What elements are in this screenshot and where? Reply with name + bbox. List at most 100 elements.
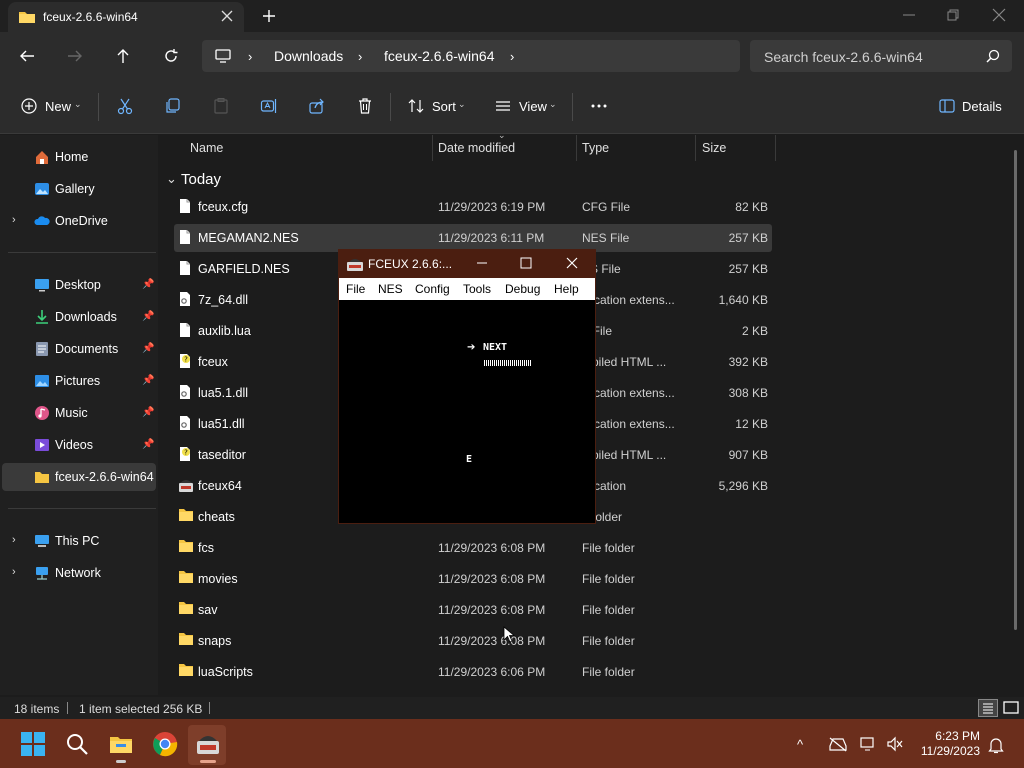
sidebar-item-pictures[interactable]: Pictures 📌 [8,367,156,395]
windows-start-icon[interactable] [20,731,46,757]
pin-icon[interactable]: 📌 [142,439,154,450]
column-divider[interactable] [775,135,776,161]
column-type[interactable]: Type [582,141,609,155]
fceux-title-bar[interactable]: FCEUX 2.6.6:... [339,250,595,278]
sidebar-item-network[interactable]: › Network [8,559,156,587]
scrollbar[interactable] [1014,150,1017,630]
file-row[interactable]: snaps 11/29/2023 6:08 PM File folder [174,627,772,655]
drive-icon[interactable] [828,736,848,752]
column-divider[interactable] [695,135,696,161]
chevron-right-icon[interactable]: › [12,214,16,226]
search-icon [986,49,1000,63]
pin-icon[interactable]: 📌 [142,407,154,418]
cut-icon[interactable] [116,97,134,115]
chevron-right-icon: › [248,49,253,64]
chevron-up-icon[interactable]: ^ [797,737,803,752]
file-row[interactable]: MEGAMAN2.NES 11/29/2023 6:11 PM NES File 25… [174,224,772,252]
fceux-window[interactable]: FCEUX 2.6.6:... File NES Config Tools De… [338,249,596,524]
explorer-tab[interactable]: fceux-2.6.6-win64 [8,2,244,32]
file-row[interactable]: movies 11/29/2023 6:08 PM File folder [174,565,772,593]
chevron-right-icon[interactable]: › [12,534,16,546]
file-icon [178,198,192,214]
menu-file[interactable]: File [346,282,365,296]
sidebar-item-downloads[interactable]: Downloads 📌 [8,303,156,331]
pin-icon[interactable]: 📌 [142,375,154,386]
back-arrow-icon[interactable] [18,47,36,65]
file-name: GARFIELD.NES [198,262,290,276]
delete-icon[interactable] [356,97,374,115]
chevron-right-icon[interactable]: › [12,566,16,578]
copy-icon[interactable] [164,97,182,115]
fceux-menu-bar: File NES Config Tools Debug Help [339,278,595,300]
breadcrumb-current-folder[interactable]: fceux-2.6.6-win64 [384,48,495,64]
sidebar-item-this-pc[interactable]: › This PC [8,527,156,555]
restore-icon[interactable] [944,6,962,24]
close-icon[interactable] [565,256,579,270]
menu-help[interactable]: Help [554,282,579,296]
sidebar-item-home[interactable]: Home [8,143,156,171]
column-divider[interactable] [576,135,577,161]
file-explorer-icon[interactable] [108,731,134,757]
column-date-modified[interactable]: Date modified [438,141,515,155]
pin-icon[interactable]: 📌 [142,279,154,290]
search-box[interactable]: Search fceux-2.6.6-win64 [750,40,1012,72]
running-indicator [200,760,216,763]
close-window-icon[interactable] [990,6,1008,24]
game-screen[interactable]: ➔ NEXT E [339,300,595,523]
menu-nes[interactable]: NES [378,282,403,296]
sidebar-item-onedrive[interactable]: › OneDrive [8,207,156,235]
refresh-icon[interactable] [162,47,180,65]
file-name: fceux.cfg [198,200,249,214]
column-size[interactable]: Size [702,141,726,155]
share-icon[interactable] [308,97,326,115]
sidebar-item-videos[interactable]: Videos 📌 [8,431,156,459]
sidebar-item-music[interactable]: Music 📌 [8,399,156,427]
file-row[interactable]: fceux.cfg 11/29/2023 6:19 PM CFG File 82 KB [174,193,772,221]
sidebar-item-fceux-folder[interactable]: fceux-2.6.6-win64 [2,463,156,491]
sidebar-item-label: Home [55,150,89,164]
minimize-icon[interactable] [900,6,918,24]
sidebar-item-label: Downloads [55,310,117,324]
search-icon[interactable] [64,731,90,757]
paste-icon[interactable] [212,97,230,115]
file-row[interactable]: fcs 11/29/2023 6:08 PM File folder [174,534,772,562]
pin-icon[interactable]: 📌 [142,311,154,322]
menu-config[interactable]: Config [415,282,450,296]
file-row[interactable]: sav 11/29/2023 6:08 PM File folder [174,596,772,624]
fceux-app-icon[interactable] [195,731,221,757]
volume-muted-icon[interactable] [886,736,904,752]
file-size: 907 KB [728,448,768,462]
column-divider[interactable] [432,135,433,161]
folder-icon [178,601,194,615]
system-clock[interactable]: 6:23 PM 11/29/2023 [918,729,980,759]
toolbar-divider [98,93,99,121]
column-name[interactable]: Name [190,141,223,155]
notification-bell-icon[interactable] [988,736,1004,754]
address-bar[interactable]: › Downloads › fceux-2.6.6-win64 › [202,40,740,72]
chevron-right-icon[interactable]: › [510,49,514,64]
sidebar-item-desktop[interactable]: Desktop 📌 [8,271,156,299]
rename-icon[interactable] [260,97,278,115]
sidebar-item-label: Gallery [55,182,95,196]
new-tab-icon[interactable] [260,7,278,25]
up-arrow-icon[interactable] [114,47,132,65]
menu-tools[interactable]: Tools [463,282,491,296]
sidebar-divider [8,508,156,509]
close-tab-icon[interactable] [220,9,234,23]
minimize-icon[interactable] [475,256,489,270]
maximize-icon[interactable] [519,256,533,270]
network-status-icon[interactable] [860,736,878,752]
sidebar-item-label: Documents [55,342,119,356]
breadcrumb-downloads[interactable]: Downloads [274,48,343,64]
chrome-icon[interactable] [152,731,178,757]
file-row[interactable]: luaScripts 11/29/2023 6:06 PM File folder [174,658,772,686]
forward-arrow-icon[interactable] [66,47,84,65]
tiles-view-icon[interactable] [1002,699,1020,717]
sidebar-item-documents[interactable]: Documents 📌 [8,335,156,363]
menu-debug[interactable]: Debug [505,282,540,296]
sidebar-item-gallery[interactable]: Gallery [8,175,156,203]
pin-icon[interactable]: 📌 [142,343,154,354]
more-options-icon[interactable] [590,97,608,115]
gallery-icon [34,181,50,197]
details-view-icon[interactable] [978,699,998,717]
